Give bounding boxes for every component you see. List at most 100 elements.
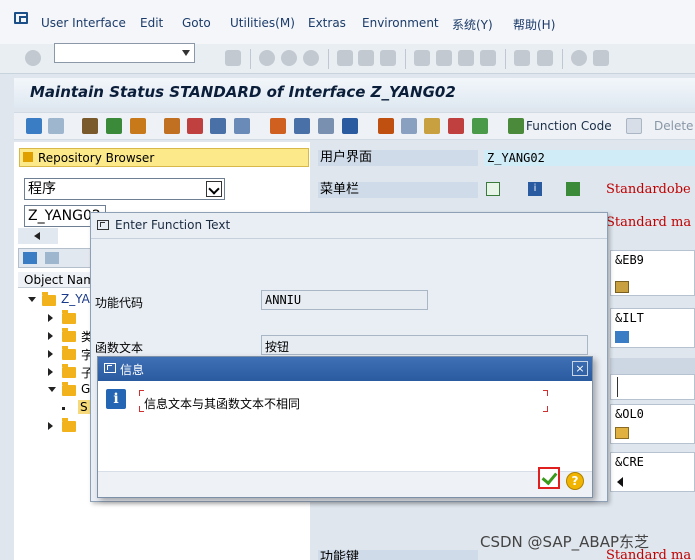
window-icon — [104, 363, 116, 373]
title-bar: Maintain Status STANDARD of Interface Z_… — [14, 78, 695, 108]
continue-button[interactable] — [538, 467, 560, 489]
cancel-icon[interactable] — [303, 50, 319, 66]
collapse-icon[interactable] — [28, 297, 36, 302]
enter-icon[interactable] — [25, 50, 41, 66]
object-list-icon[interactable] — [164, 118, 180, 134]
system-menu-icon[interactable] — [14, 12, 28, 24]
delete-row-icon[interactable] — [448, 118, 464, 134]
back-icon[interactable] — [259, 50, 275, 66]
hierarchy-icon[interactable] — [566, 182, 580, 196]
activate-icon[interactable] — [106, 118, 122, 134]
menubar-value: Standardobe — [606, 182, 691, 197]
previous-page-icon[interactable] — [436, 50, 452, 66]
hierarchy-icon[interactable] — [270, 118, 286, 134]
tree-header-label: Object Nam — [24, 273, 95, 287]
function-code-text: &ILT — [615, 311, 644, 325]
chevron-down-icon[interactable] — [182, 50, 190, 56]
navigation-icon[interactable] — [210, 118, 226, 134]
grid-icon — [615, 427, 629, 439]
menu-system[interactable]: 系统(Y) — [452, 16, 493, 33]
command-field[interactable] — [54, 43, 195, 63]
expand-icon[interactable] — [48, 422, 53, 430]
function-cell[interactable]: &OL0 — [610, 404, 695, 444]
function-text-field[interactable]: 按钮 — [261, 335, 588, 355]
tree-row-label: G — [81, 382, 91, 396]
find-next-icon[interactable] — [380, 50, 396, 66]
insert-row-icon[interactable] — [472, 118, 488, 134]
info-icon: i — [106, 389, 126, 409]
display-change-icon[interactable] — [82, 118, 98, 134]
collapse-icon[interactable] — [48, 387, 56, 392]
menu-edit[interactable]: Edit — [140, 16, 163, 30]
function-key-label: 功能键 — [318, 550, 478, 560]
repository-browser-button[interactable]: Repository Browser — [19, 148, 309, 167]
expand-icon[interactable] — [48, 368, 53, 376]
layout-icon[interactable] — [593, 50, 609, 66]
menu-utilities[interactable]: Utilities(M) — [230, 16, 295, 30]
information-dialog: 信息 × i 信息文本与其函数文本不相同 ? — [97, 356, 593, 498]
save-icon[interactable] — [225, 50, 241, 66]
delete-button[interactable]: Delete — [654, 119, 693, 133]
function-code-field[interactable]: ANNIU — [261, 290, 428, 310]
tree-row-label: Z_YA — [61, 292, 90, 306]
window-icon[interactable] — [234, 118, 250, 134]
scroll-left-button[interactable] — [18, 228, 58, 244]
where-used-icon[interactable] — [187, 118, 203, 134]
back-arrow-icon[interactable] — [26, 118, 42, 134]
expand-icon[interactable] — [48, 332, 53, 340]
print-icon[interactable] — [337, 50, 353, 66]
help-button[interactable]: ? — [566, 472, 584, 490]
menu-goto[interactable]: Goto — [182, 16, 211, 30]
expand-icon[interactable] — [48, 350, 53, 358]
dialog-title-bar: Enter Function Text — [91, 213, 607, 239]
dialog-title-bar: 信息 × — [98, 357, 592, 381]
copy-icon[interactable] — [401, 118, 417, 134]
menu-user-interface[interactable]: User Interface — [41, 16, 126, 30]
toolbar-divider — [505, 49, 506, 69]
table-icon[interactable] — [318, 118, 334, 134]
first-page-icon[interactable] — [414, 50, 430, 66]
forward-arrow-icon[interactable] — [48, 118, 64, 134]
expand-menu-icon[interactable] — [486, 182, 500, 196]
cut-icon[interactable] — [378, 118, 394, 134]
function-code-icon[interactable] — [508, 118, 524, 134]
info-message: 信息文本与其函数文本不相同 — [144, 397, 301, 411]
function-code-button[interactable]: Function Code — [526, 119, 612, 133]
standard-value: Standard ma — [606, 215, 692, 230]
info-icon[interactable] — [342, 118, 358, 134]
function-text-label: 函数文本 — [95, 341, 144, 355]
tree-back-icon[interactable] — [23, 252, 37, 264]
folder-icon — [62, 310, 76, 324]
next-page-icon[interactable] — [458, 50, 474, 66]
find-icon[interactable] — [358, 50, 374, 66]
expand-icon[interactable] — [48, 314, 53, 322]
document-icon[interactable] — [626, 118, 642, 134]
repository-browser-label: Repository Browser — [38, 151, 155, 165]
function-cell[interactable] — [610, 374, 695, 400]
object-type-select[interactable]: 程序 — [24, 178, 225, 200]
close-button[interactable]: × — [572, 361, 588, 376]
exit-icon[interactable] — [281, 50, 297, 66]
function-cell[interactable]: &ILT — [610, 308, 695, 348]
shortcut-icon[interactable] — [537, 50, 553, 66]
paste-icon[interactable] — [424, 118, 440, 134]
info-icon[interactable]: i — [528, 182, 542, 196]
chevron-down-icon[interactable] — [206, 181, 222, 197]
menu-extras[interactable]: Extras — [308, 16, 346, 30]
new-session-icon[interactable] — [514, 50, 530, 66]
chevron-left-icon — [34, 232, 40, 240]
other-object-icon[interactable] — [130, 118, 146, 134]
help-icon[interactable] — [571, 50, 587, 66]
last-page-icon[interactable] — [480, 50, 496, 66]
dialog-title: Enter Function Text — [115, 218, 231, 232]
window-icon — [97, 220, 109, 230]
function-cell[interactable]: &CRE — [610, 452, 695, 492]
user-interface-field: Z_YANG02 — [484, 150, 695, 166]
tree-forward-icon[interactable] — [45, 252, 59, 264]
menu-help[interactable]: 帮助(H) — [513, 16, 555, 33]
menu-bar: User Interface Edit Goto Utilities(M) Ex… — [0, 0, 695, 44]
function-cell[interactable]: &EB9 — [610, 250, 695, 296]
folder-icon — [62, 418, 76, 432]
menu-environment[interactable]: Environment — [362, 16, 439, 30]
structure-icon[interactable] — [294, 118, 310, 134]
